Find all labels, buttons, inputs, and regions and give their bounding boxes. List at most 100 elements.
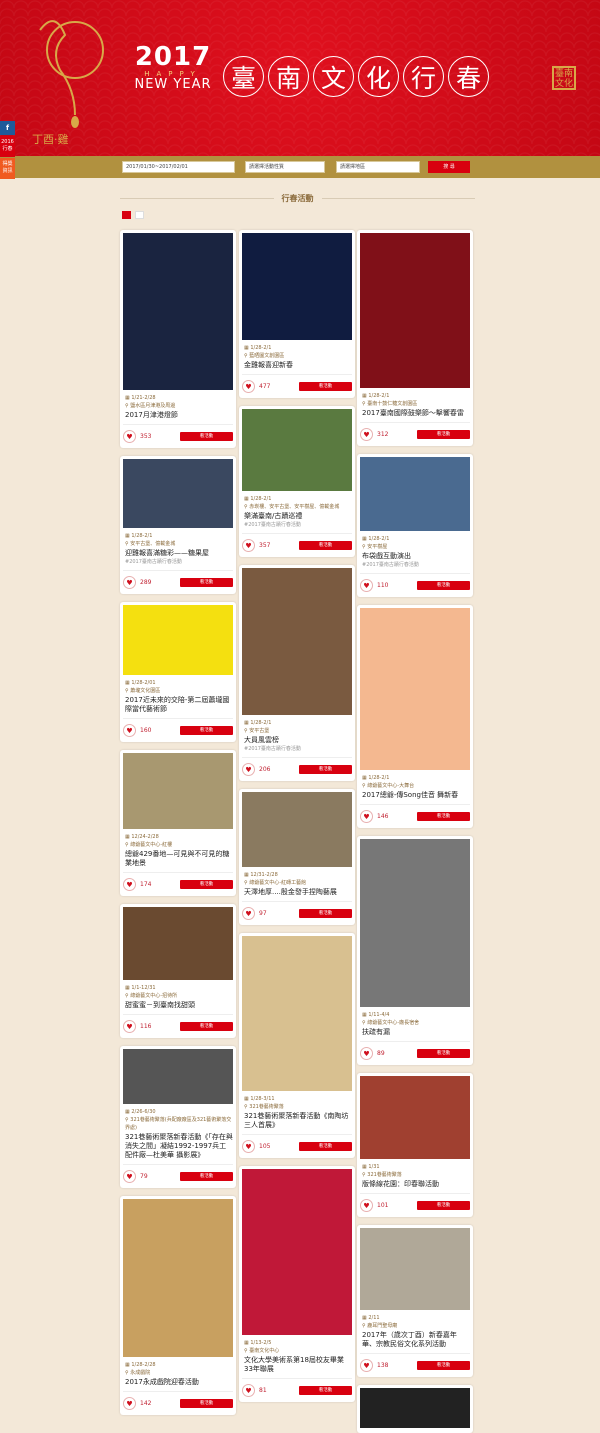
view-event-button[interactable]: 看活動 [180,432,233,441]
event-card: ▦ 1/28-2/1 ⚲ 安平樹屋 布袋戲互動演出 #2017臺南古蹟行春活動 ♥ 1… [357,454,473,597]
event-tag[interactable]: #2017臺南古蹟行春活動 [123,558,233,566]
event-title[interactable]: 2017臺南國際鼓樂節～擊響春雷 [360,409,470,418]
event-image[interactable] [360,1076,470,1159]
like-button[interactable]: ♥ 138 [360,1359,388,1372]
event-title[interactable]: 布袋戲互動演出 [360,552,470,561]
like-button[interactable]: ♥ 81 [242,1384,267,1397]
like-count: 101 [377,1202,389,1209]
like-button[interactable]: ♥ 101 [360,1199,388,1212]
event-image[interactable] [123,1049,233,1104]
date-text: 1/28-2/1 [250,345,272,351]
like-button[interactable]: ♥ 146 [360,810,388,823]
event-image[interactable] [123,753,233,829]
view-event-button[interactable]: 看活動 [180,1022,233,1031]
view-event-button[interactable]: 看活動 [299,765,352,774]
like-button[interactable]: ♥ 477 [242,380,270,393]
event-image[interactable] [242,568,352,715]
event-card: ▦ 1/13-2/5 ⚲ 臺南文化中心 文化大學美術系第18屆校友畢業33年聯展… [239,1166,355,1402]
view-event-button[interactable]: 看活動 [417,1361,470,1370]
like-button[interactable]: ♥ 357 [242,539,270,552]
event-image[interactable] [360,233,470,388]
event-title[interactable]: 大員風雲榜 [242,736,352,745]
tab-awards[interactable]: 得獎資訊 [0,158,15,179]
event-title[interactable]: 扶疏有漏 [360,1028,470,1037]
like-button[interactable]: ♥ 79 [123,1170,148,1183]
event-title[interactable]: 2017近未來的交陪-第二屆蕭壠國際當代藝術節 [123,696,233,714]
like-button[interactable]: ♥ 110 [360,579,388,592]
date-text: 1/28-2/28 [131,1362,156,1368]
like-button[interactable]: ♥ 116 [123,1020,151,1033]
event-image[interactable] [123,907,233,980]
view-event-button[interactable]: 看活動 [417,430,470,439]
event-title[interactable]: 文化大學美術系第18屆校友畢業33年聯展 [242,1356,352,1374]
event-title[interactable]: 2017年（歲次丁酉）新春嘉年華、宗教民俗文化系列活動 [360,1331,470,1349]
view-event-button[interactable]: 看活動 [417,1201,470,1210]
event-image[interactable] [123,1199,233,1357]
event-image[interactable] [242,409,352,491]
event-image[interactable] [360,1388,470,1428]
view-event-button[interactable]: 看活動 [180,880,233,889]
event-location: ⚲ 總爺藝文中心-紅樓 [123,841,233,849]
event-title[interactable]: 甜蜜蜜－到臺南找甜頭 [123,1001,233,1010]
event-image[interactable] [360,608,470,770]
event-title[interactable]: 版條線花園：印春聯活動 [360,1180,470,1189]
date-range-input[interactable]: 2017/01/30~2017/02/01 [122,161,235,173]
event-image[interactable] [123,233,233,390]
seal-stamp: 臺南文化 [552,66,576,90]
event-location: ⚲ 安平樹屋 [360,543,470,551]
event-image[interactable] [123,605,233,675]
like-count: 116 [140,1023,152,1030]
list-view-toggle[interactable] [135,211,144,219]
event-image[interactable] [242,792,352,867]
like-button[interactable]: ♥ 174 [123,878,151,891]
view-event-button[interactable]: 看活動 [299,1142,352,1151]
like-button[interactable]: ♥ 312 [360,428,388,441]
area-select[interactable]: 請選擇地區 [336,161,420,173]
event-image[interactable] [360,1228,470,1310]
event-tag[interactable]: #2017臺南古蹟行春活動 [360,561,470,569]
event-image[interactable] [360,457,470,531]
event-title[interactable]: 天澤地厚....殷金發手捏陶藝展 [242,888,352,897]
search-button[interactable]: 搜 尋 [428,161,470,173]
view-event-button[interactable]: 看活動 [299,382,352,391]
view-event-button[interactable]: 看活動 [180,1399,233,1408]
view-event-button[interactable]: 看活動 [180,578,233,587]
event-tag[interactable]: #2017臺南古蹟行春活動 [242,521,352,529]
like-button[interactable]: ♥ 160 [123,724,151,737]
view-event-button[interactable]: 看活動 [299,541,352,550]
event-image[interactable] [360,839,470,1007]
grid-view-toggle[interactable] [122,211,131,219]
view-event-button[interactable]: 看活動 [180,1172,233,1181]
event-image[interactable] [242,936,352,1091]
view-event-button[interactable]: 看活動 [417,581,470,590]
event-title[interactable]: 樂滿臺南/古蹟巡禮 [242,512,352,521]
event-tag[interactable]: #2017臺南古蹟行春活動 [242,745,352,753]
like-button[interactable]: ♥ 289 [123,576,151,589]
event-image[interactable] [123,459,233,528]
like-button[interactable]: ♥ 353 [123,430,151,443]
event-title[interactable]: 321巷藝術聚落新春活動《「存在與消失之間」凝結1992-1997兵工配件廠—杜… [123,1133,233,1160]
like-button[interactable]: ♥ 105 [242,1140,270,1153]
activity-type-select[interactable]: 請選擇活動性質 [245,161,325,173]
event-title[interactable]: 總爺429番地—可見與不可見的糖業地景 [123,850,233,868]
view-event-button[interactable]: 看活動 [299,909,352,918]
facebook-icon[interactable]: f [0,121,15,135]
event-title[interactable]: 金雞報喜迎新春 [242,361,352,370]
like-button[interactable]: ♥ 206 [242,763,270,776]
view-event-button[interactable]: 看活動 [180,726,233,735]
event-title[interactable]: 321巷藝術聚落新春活動《南陶坊三人首展》 [242,1112,352,1130]
event-title[interactable]: 2017月津港燈節 [123,411,233,420]
like-button[interactable]: ♥ 89 [360,1047,385,1060]
tab-2016[interactable]: 2016行春 [0,136,15,157]
event-location: ⚲ 321巷藝術聚落 [242,1103,352,1111]
event-image[interactable] [242,233,352,340]
like-button[interactable]: ♥ 142 [123,1397,151,1410]
view-event-button[interactable]: 看活動 [417,1049,470,1058]
event-title[interactable]: 2017永成戲院迎春活動 [123,1378,233,1387]
view-event-button[interactable]: 看活動 [299,1386,352,1395]
event-title[interactable]: 迎雞報喜滿糖彩——糖果屋 [123,549,233,558]
event-title[interactable]: 2017總爺-傳Song佳音 舞新春 [360,791,470,800]
event-image[interactable] [242,1169,352,1335]
like-button[interactable]: ♥ 97 [242,907,267,920]
view-event-button[interactable]: 看活動 [417,812,470,821]
